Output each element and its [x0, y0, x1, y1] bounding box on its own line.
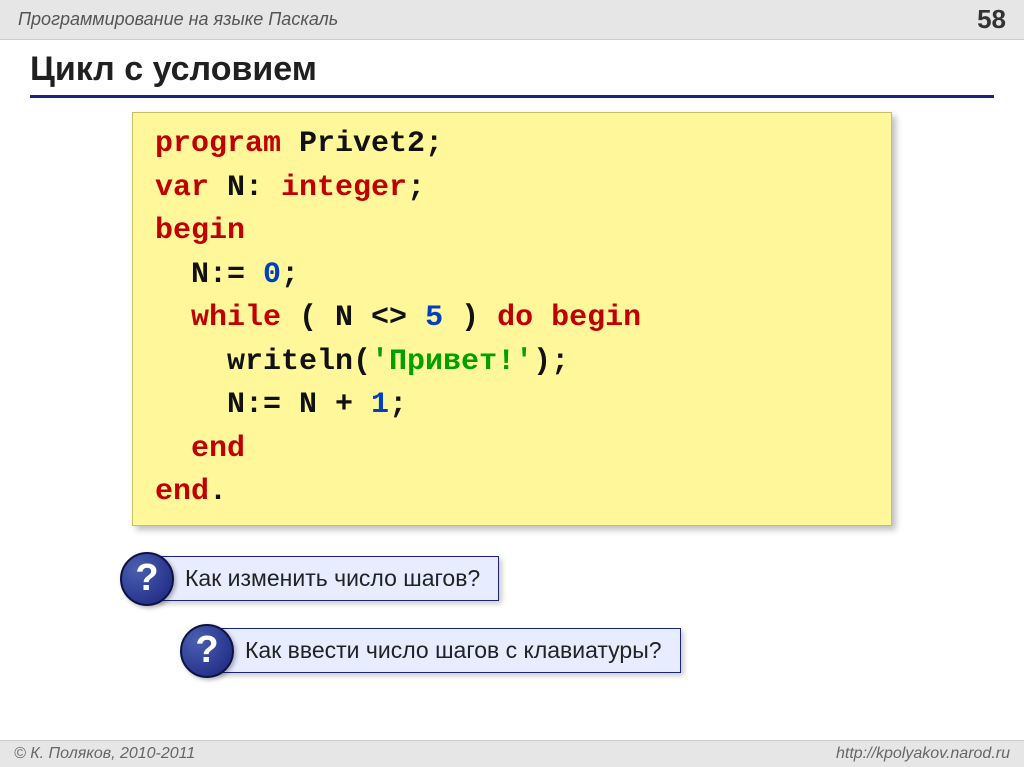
- code-text: ( N <>: [281, 301, 425, 335]
- question-text: Как изменить число шагов?: [154, 556, 499, 601]
- code-text: );: [533, 345, 569, 379]
- question-callout-2: ? Как ввести число шагов с клавиатуры?: [180, 624, 994, 678]
- keyword: end: [191, 432, 245, 466]
- code-line: begin: [155, 210, 869, 254]
- slide-body: Цикл с условием program Privet2; var N: …: [0, 40, 1024, 678]
- keyword: var: [155, 171, 209, 205]
- code-line: var N: integer;: [155, 167, 869, 211]
- page-number: 58: [977, 4, 1012, 35]
- code-text: [155, 301, 191, 335]
- code-text: [155, 432, 191, 466]
- keyword: integer: [281, 171, 407, 205]
- code-text: ): [443, 301, 497, 335]
- footer-bar: © К. Поляков, 2010-2011 http://kpolyakov…: [0, 740, 1024, 767]
- code-line: program Privet2;: [155, 123, 869, 167]
- code-text: Privet2;: [281, 127, 443, 161]
- keyword: end: [155, 475, 209, 509]
- code-text: ;: [407, 171, 425, 205]
- keyword: while: [191, 301, 281, 335]
- code-block: program Privet2; var N: integer; begin N…: [132, 112, 892, 526]
- question-icon: ?: [120, 552, 174, 606]
- number: 5: [425, 301, 443, 335]
- code-line: end.: [155, 471, 869, 515]
- code-line: end: [155, 428, 869, 472]
- code-text: N:=: [155, 258, 263, 292]
- code-text: N:: [209, 171, 281, 205]
- code-line: while ( N <> 5 ) do begin: [155, 297, 869, 341]
- question-text: Как ввести число шагов с клавиатуры?: [214, 628, 681, 673]
- keyword: begin: [155, 214, 245, 248]
- code-text: ;: [389, 388, 407, 422]
- keyword: program: [155, 127, 281, 161]
- slide-title: Цикл с условием: [30, 50, 994, 98]
- header-bar: Программирование на языке Паскаль 58: [0, 0, 1024, 40]
- question-icon: ?: [180, 624, 234, 678]
- number: 1: [371, 388, 389, 422]
- question-callout-1: ? Как изменить число шагов?: [120, 552, 994, 606]
- code-line: writeln('Привет!');: [155, 341, 869, 385]
- footer-url: http://kpolyakov.narod.ru: [836, 745, 1010, 763]
- code-text: .: [209, 475, 227, 509]
- code-line: N:= N + 1;: [155, 384, 869, 428]
- code-text: ;: [281, 258, 299, 292]
- code-text: N:= N +: [155, 388, 371, 422]
- number: 0: [263, 258, 281, 292]
- code-line: N:= 0;: [155, 254, 869, 298]
- keyword: do begin: [497, 301, 641, 335]
- footer-copyright: © К. Поляков, 2010-2011: [14, 745, 195, 763]
- header-title: Программирование на языке Паскаль: [18, 9, 338, 30]
- string: 'Привет!': [371, 345, 533, 379]
- code-text: writeln(: [155, 345, 371, 379]
